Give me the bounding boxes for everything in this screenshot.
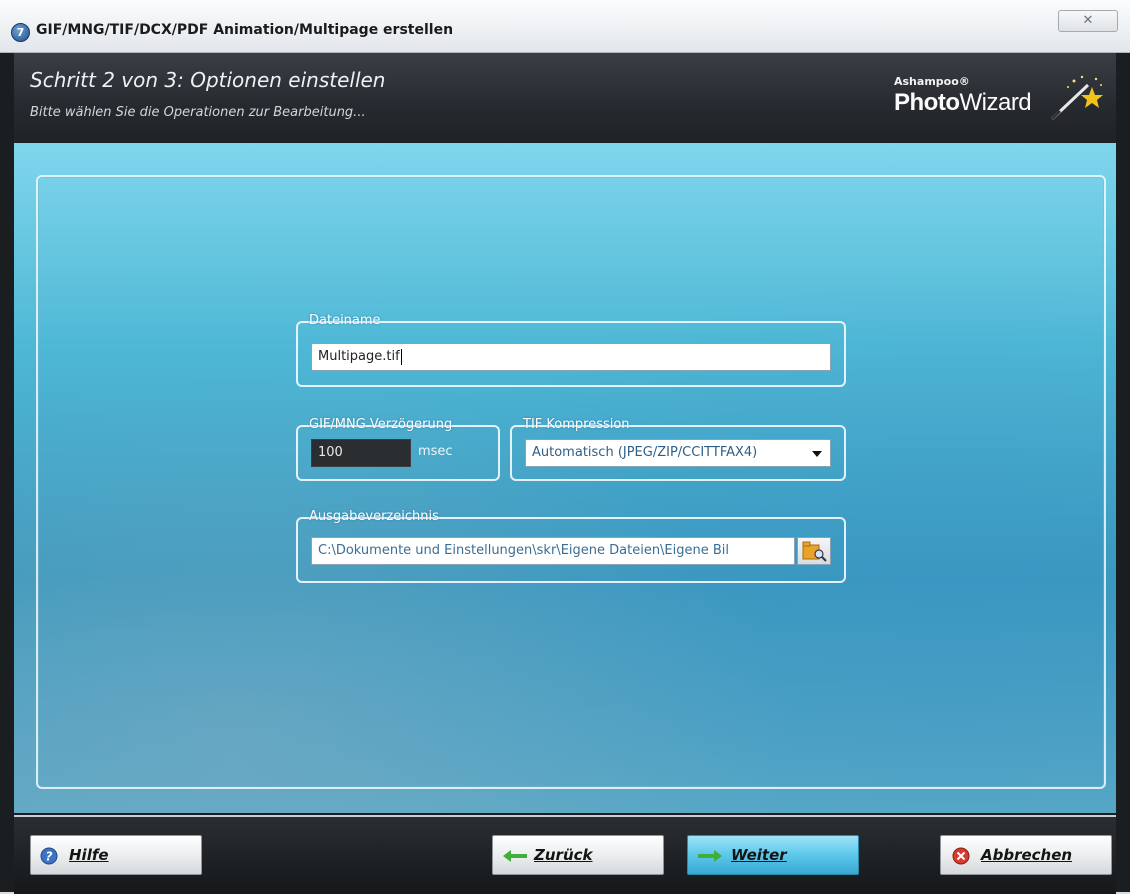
step-subtitle: Bitte wählen Sie die Operationen zur Bea… — [30, 105, 366, 120]
title-bar: 7 GIF/MNG/TIF/DCX/PDF Animation/Multipag… — [0, 0, 1130, 53]
app-icon: 7 — [11, 23, 30, 42]
button-bar: ? Hilfe Zurück Weiter Abbrechen — [14, 815, 1116, 894]
output-dir-group: Ausgabeverzeichnis C:\Dokumente und Eins… — [296, 509, 846, 583]
help-label: Hilfe — [69, 846, 109, 864]
folder-icon — [802, 541, 827, 562]
filename-input[interactable]: Multipage.tif — [311, 343, 831, 371]
magic-wand-icon — [1050, 75, 1103, 121]
cancel-button[interactable]: Abbrechen — [940, 835, 1112, 875]
brand-company: Ashampoo® — [894, 75, 970, 88]
wizard-window: 7 GIF/MNG/TIF/DCX/PDF Animation/Multipag… — [0, 0, 1130, 894]
arrow-right-icon — [698, 850, 722, 862]
browse-folder-button[interactable] — [797, 537, 831, 565]
back-button[interactable]: Zurück — [492, 835, 664, 875]
delay-input[interactable]: 100 — [311, 439, 411, 467]
help-button[interactable]: ? Hilfe — [30, 835, 202, 875]
wizard-header: Schritt 2 von 3: Optionen einstellen Bit… — [14, 53, 1116, 143]
back-label: Zurück — [534, 846, 593, 864]
compression-label: TIF Kompression — [523, 417, 630, 432]
help-icon: ? — [40, 847, 58, 865]
compression-select[interactable]: Automatisch (JPEG/ZIP/CCITTFAX4) — [525, 439, 831, 467]
filename-group: Dateiname Multipage.tif — [296, 313, 846, 387]
svg-text:?: ? — [46, 850, 53, 864]
delay-label: GIF/MNG Verzögerung — [309, 417, 453, 432]
cancel-icon — [952, 847, 970, 865]
filename-label: Dateiname — [309, 313, 381, 328]
brand-logo: PhotoWizard — [894, 89, 1032, 116]
content-frame — [36, 175, 1106, 789]
chevron-down-icon — [812, 451, 822, 457]
output-dir-label: Ausgabeverzeichnis — [309, 509, 439, 524]
output-dir-input[interactable]: C:\Dokumente und Einstellungen\skr\Eigen… — [311, 537, 795, 565]
options-panel: Dateiname Multipage.tif GIF/MNG Verzöger… — [14, 143, 1116, 813]
cancel-label: Abbrechen — [981, 846, 1073, 864]
arrow-left-icon — [503, 850, 527, 862]
compression-group: TIF Kompression Automatisch (JPEG/ZIP/CC… — [510, 417, 846, 481]
delay-unit: msec — [418, 444, 453, 459]
delay-group: GIF/MNG Verzögerung 100 msec — [296, 417, 500, 481]
close-button[interactable]: ✕ — [1058, 10, 1118, 32]
step-title: Schritt 2 von 3: Optionen einstellen — [30, 68, 386, 92]
next-label: Weiter — [731, 846, 787, 864]
window-title: GIF/MNG/TIF/DCX/PDF Animation/Multipage … — [36, 22, 454, 38]
next-button[interactable]: Weiter — [687, 835, 859, 875]
text-caret — [400, 348, 402, 365]
